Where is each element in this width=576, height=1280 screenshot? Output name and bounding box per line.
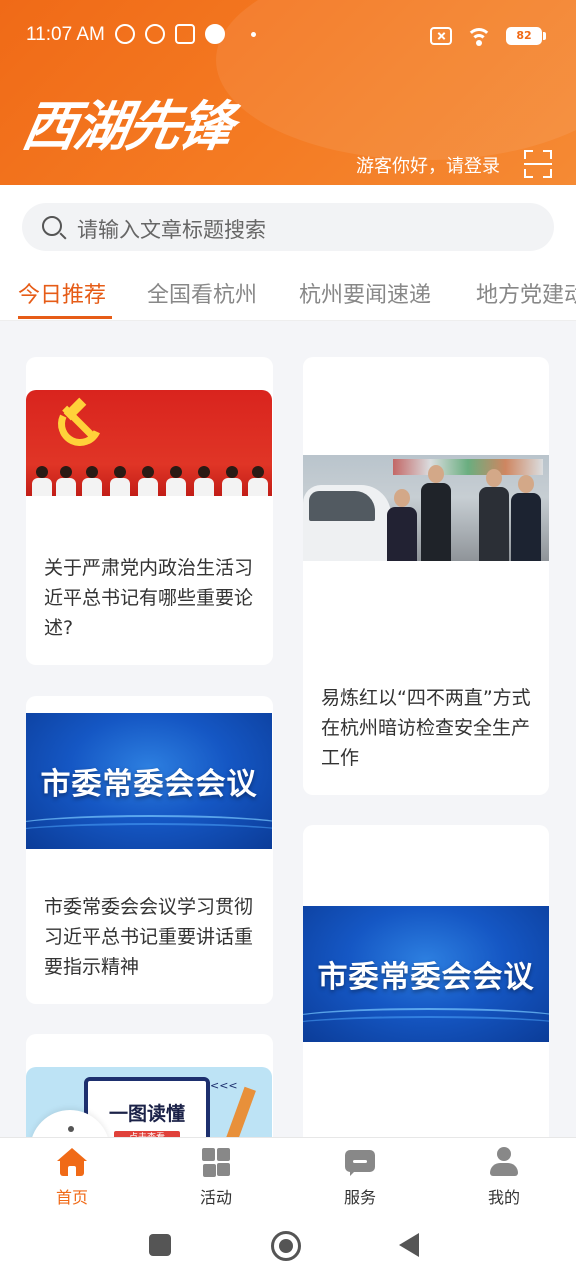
banner-text: 市委常委会会议 [317, 960, 535, 995]
app-header: 11:07 AM 82 西湖先锋 游客你好，请登录 [0, 0, 576, 185]
wifi-icon [466, 26, 492, 46]
search-area: 请输入文章标题搜索 [0, 185, 576, 265]
tab-hangzhou-news[interactable]: 杭州要闻速递 [299, 277, 431, 309]
battery-icon: 82 [506, 27, 546, 45]
activity-grid-icon: + [200, 1146, 232, 1178]
no-sim-icon [430, 27, 452, 45]
system-navigation-bar [0, 1213, 576, 1280]
nav-label: 首页 [55, 1188, 88, 1207]
status-system-icons: 82 [430, 26, 546, 46]
home-icon [56, 1146, 88, 1178]
nav-label: 服务 [343, 1188, 376, 1207]
status-notification-icons [115, 24, 256, 44]
service-chat-icon [344, 1146, 376, 1178]
article-card[interactable]: 市委常委会会议 市委常委会会议学习贯彻习近平总书记重要讲话重要指示精神 [26, 696, 273, 1004]
back-icon[interactable] [399, 1233, 419, 1257]
nav-service[interactable]: 服务 [310, 1146, 410, 1208]
app-logo: 西湖先锋 [17, 94, 237, 158]
login-link[interactable]: 游客你好，请登录 [356, 152, 500, 178]
article-card[interactable]: 关于严肃党内政治生活习近平总书记有哪些重要论述? [26, 357, 273, 665]
infographic-title: 一图读懂 [108, 1103, 185, 1125]
nav-home[interactable]: 首页 [22, 1146, 122, 1208]
active-tab-indicator [18, 316, 112, 319]
profile-icon [488, 1146, 520, 1178]
nav-label: 活动 [199, 1188, 232, 1207]
meeting-banner-image: 市委常委会会议 [26, 713, 272, 849]
recent-apps-icon[interactable] [149, 1234, 171, 1256]
hammer-sickle-icon [51, 395, 109, 453]
article-title: 市委常委会会议学习贯彻习近平总书记重要讲话重要指示精神 [44, 896, 254, 978]
home-button-icon[interactable] [271, 1231, 301, 1261]
battery-level: 82 [506, 27, 542, 45]
scan-icon[interactable] [524, 150, 552, 178]
article-card[interactable]: 市委常委会会议 [303, 825, 549, 1155]
nav-activity[interactable]: + 活动 [166, 1146, 266, 1208]
arrows-graphic: <<< [210, 1079, 238, 1092]
check-badge-icon [205, 24, 225, 44]
search-input[interactable]: 请输入文章标题搜索 [22, 203, 554, 251]
article-title: 关于严肃党内政治生活习近平总书记有哪些重要论述? [44, 557, 254, 639]
banner-text: 市委常委会会议 [40, 767, 258, 802]
category-tabs: 今日推荐 全国看杭州 杭州要闻速递 地方党建动态 [0, 265, 576, 321]
nav-profile[interactable]: 我的 [454, 1146, 554, 1208]
status-bar: 11:07 AM 82 [0, 20, 576, 52]
nav-label: 我的 [487, 1188, 520, 1207]
bottom-navigation: 首页 + 活动 服务 我的 [0, 1137, 576, 1213]
more-dot-icon [251, 31, 256, 37]
tab-today-recommend[interactable]: 今日推荐 [18, 277, 106, 309]
search-icon [42, 216, 62, 236]
party-flag-image [26, 390, 272, 496]
location-icon [145, 24, 165, 44]
app-notification-icon [175, 24, 195, 44]
search-placeholder: 请输入文章标题搜索 [77, 218, 266, 242]
article-card[interactable]: 易炼红以“四不两直”方式在杭州暗访检查安全生产工作 [303, 357, 549, 795]
inspection-photo [303, 455, 549, 561]
meeting-banner-image: 市委常委会会议 [303, 906, 549, 1042]
alarm-off-icon [115, 24, 135, 44]
article-title: 易炼红以“四不两直”方式在杭州暗访检查安全生产工作 [321, 687, 531, 769]
tab-local-party-building[interactable]: 地方党建动态 [476, 277, 576, 309]
tab-nation-view-hangzhou[interactable]: 全国看杭州 [147, 277, 257, 309]
status-time: 11:07 AM [26, 24, 105, 45]
